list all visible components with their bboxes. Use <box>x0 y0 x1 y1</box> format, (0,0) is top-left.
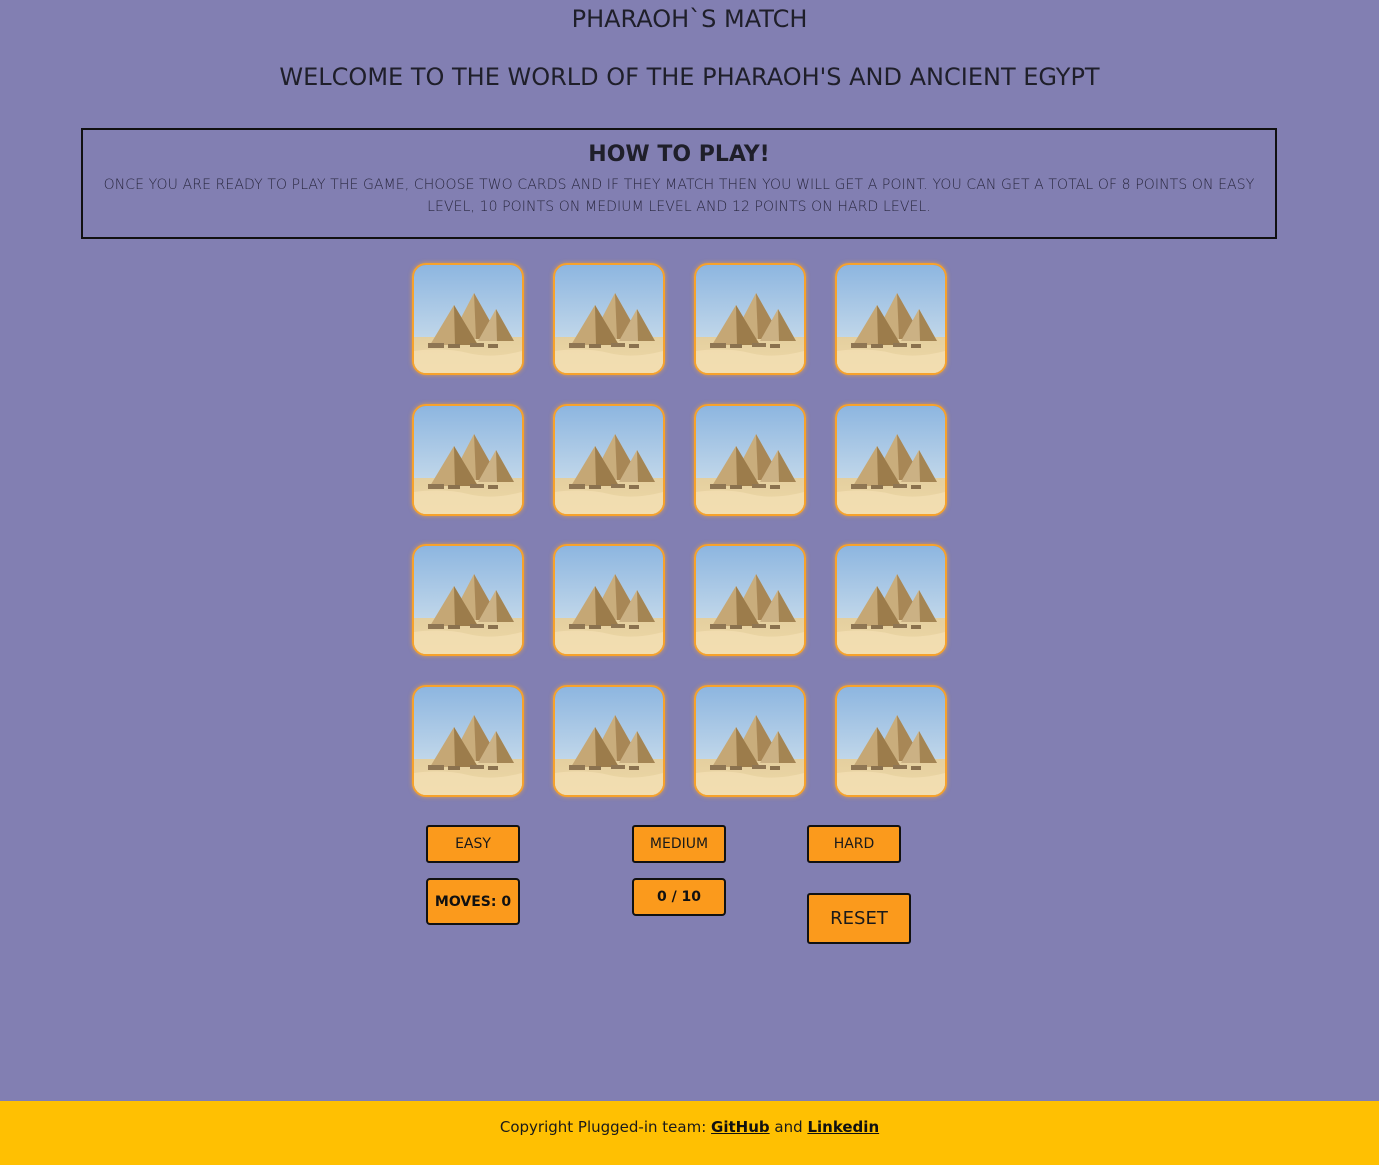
reset-button[interactable]: RESET <box>807 893 911 944</box>
memory-card[interactable] <box>553 685 665 797</box>
memory-card[interactable] <box>412 404 524 516</box>
memory-card[interactable] <box>694 263 806 375</box>
memory-card[interactable] <box>553 263 665 375</box>
pyramids-image <box>837 265 945 373</box>
pyramids-image <box>555 546 663 654</box>
memory-card[interactable] <box>412 263 524 375</box>
pyramids-image <box>837 546 945 654</box>
pyramids-image <box>696 687 804 795</box>
pyramids-image <box>837 687 945 795</box>
pyramids-image <box>696 406 804 514</box>
memory-card[interactable] <box>694 404 806 516</box>
moves-counter: MOVES: 0 <box>426 878 520 925</box>
linkedin-link[interactable]: Linkedin <box>807 1118 879 1136</box>
pyramids-image <box>696 265 804 373</box>
footer-and: and <box>774 1118 803 1136</box>
pyramids-image <box>837 406 945 514</box>
footer-copyright: Copyright Plugged-in team: <box>499 1118 707 1136</box>
pyramids-image <box>414 406 522 514</box>
pyramids-image <box>696 546 804 654</box>
pyramids-image <box>555 406 663 514</box>
github-link[interactable]: GitHub <box>711 1118 770 1136</box>
footer: Copyright Plugged-in team: GitHub and Li… <box>0 1101 1379 1165</box>
memory-card[interactable] <box>694 685 806 797</box>
memory-card[interactable] <box>412 544 524 656</box>
memory-card[interactable] <box>835 263 947 375</box>
pyramids-image <box>414 687 522 795</box>
pyramids-image <box>414 546 522 654</box>
pyramids-image <box>555 265 663 373</box>
score-counter: 0 / 10 <box>632 878 726 916</box>
page-title: PHARAOH`S MATCH <box>571 5 808 33</box>
memory-card[interactable] <box>835 544 947 656</box>
memory-card[interactable] <box>835 685 947 797</box>
memory-card[interactable] <box>553 544 665 656</box>
welcome-heading: WELCOME TO THE WORLD OF THE PHARAOH'S AN… <box>279 63 1100 91</box>
card-board <box>412 263 947 797</box>
how-to-play-box: HOW TO PLAY! ONCE YOU ARE READY TO PLAY … <box>81 128 1277 239</box>
memory-card[interactable] <box>412 685 524 797</box>
easy-button[interactable]: EASY <box>426 825 520 863</box>
hard-button[interactable]: HARD <box>807 825 901 863</box>
pyramids-image <box>555 687 663 795</box>
memory-card[interactable] <box>553 404 665 516</box>
medium-button[interactable]: MEDIUM <box>632 825 726 863</box>
how-to-play-heading: HOW TO PLAY! <box>588 142 770 167</box>
memory-card[interactable] <box>694 544 806 656</box>
pyramids-image <box>414 265 522 373</box>
memory-card[interactable] <box>835 404 947 516</box>
how-to-play-text: ONCE YOU ARE READY TO PLAY THE GAME, CHO… <box>103 177 1255 215</box>
